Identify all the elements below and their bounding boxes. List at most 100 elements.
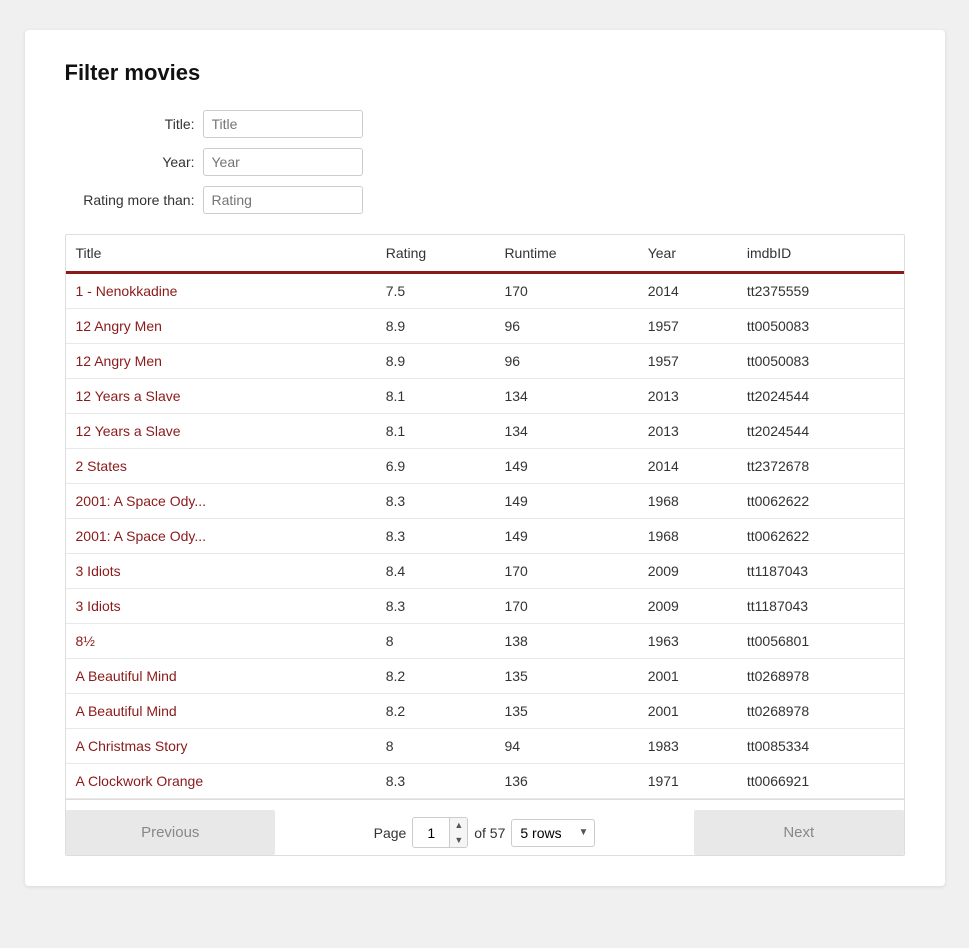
table-row: 2001: A Space Ody... 8.3 149 1968 tt0062…	[66, 519, 904, 554]
cell-rating: 7.5	[378, 273, 497, 309]
cell-year: 1963	[640, 624, 739, 659]
pagination-center: Page ▲ ▼ of 57 5 rows 10 rows 25 rows 50…	[275, 817, 694, 848]
year-label: Year:	[65, 154, 195, 170]
rows-select-wrapper: 5 rows 10 rows 25 rows 50 rows ▼	[511, 819, 595, 847]
cell-year: 1957	[640, 309, 739, 344]
previous-button[interactable]: Previous	[66, 810, 276, 855]
movies-table: Title Rating Runtime Year imdbID 1 - Nen…	[66, 235, 904, 799]
year-input[interactable]	[203, 148, 363, 176]
cell-year: 2001	[640, 694, 739, 729]
cell-imdbid: tt0085334	[739, 729, 904, 764]
cell-runtime: 149	[496, 484, 639, 519]
cell-runtime: 135	[496, 694, 639, 729]
cell-title: 12 Angry Men	[66, 309, 378, 344]
cell-title: A Clockwork Orange	[66, 764, 378, 799]
cell-runtime: 94	[496, 729, 639, 764]
cell-rating: 8	[378, 729, 497, 764]
cell-runtime: 170	[496, 554, 639, 589]
cell-year: 1983	[640, 729, 739, 764]
cell-year: 2013	[640, 414, 739, 449]
title-input[interactable]	[203, 110, 363, 138]
rating-input[interactable]	[203, 186, 363, 214]
cell-rating: 8.2	[378, 694, 497, 729]
cell-runtime: 134	[496, 414, 639, 449]
filters-section: Title: Year: Rating more than:	[65, 110, 905, 214]
cell-imdbid: tt0268978	[739, 694, 904, 729]
cell-title: 3 Idiots	[66, 554, 378, 589]
rows-per-page-select[interactable]: 5 rows 10 rows 25 rows 50 rows	[512, 820, 594, 846]
cell-runtime: 134	[496, 379, 639, 414]
rating-label: Rating more than:	[65, 192, 195, 208]
cell-runtime: 96	[496, 344, 639, 379]
year-filter-row: Year:	[65, 148, 905, 176]
col-imdbid: imdbID	[739, 235, 904, 273]
cell-imdbid: tt2024544	[739, 414, 904, 449]
table-row: 12 Years a Slave 8.1 134 2013 tt2024544	[66, 414, 904, 449]
table-row: 12 Years a Slave 8.1 134 2013 tt2024544	[66, 379, 904, 414]
page-down-arrow[interactable]: ▼	[450, 833, 467, 848]
table-row: A Clockwork Orange 8.3 136 1971 tt006692…	[66, 764, 904, 799]
cell-year: 1971	[640, 764, 739, 799]
cell-title: 2 States	[66, 449, 378, 484]
cell-runtime: 96	[496, 309, 639, 344]
cell-title: 3 Idiots	[66, 589, 378, 624]
table-row: 2 States 6.9 149 2014 tt2372678	[66, 449, 904, 484]
page-label: Page	[374, 825, 407, 841]
cell-imdbid: tt0056801	[739, 624, 904, 659]
cell-year: 2014	[640, 273, 739, 309]
page-title: Filter movies	[65, 60, 905, 86]
table-header-row: Title Rating Runtime Year imdbID	[66, 235, 904, 273]
cell-imdbid: tt0050083	[739, 309, 904, 344]
cell-imdbid: tt0062622	[739, 484, 904, 519]
cell-year: 2009	[640, 589, 739, 624]
cell-rating: 8	[378, 624, 497, 659]
cell-title: 2001: A Space Ody...	[66, 484, 378, 519]
cell-imdbid: tt2375559	[739, 273, 904, 309]
cell-rating: 8.9	[378, 309, 497, 344]
page-arrows: ▲ ▼	[449, 818, 467, 847]
col-year: Year	[640, 235, 739, 273]
cell-title: 12 Angry Men	[66, 344, 378, 379]
table-row: 12 Angry Men 8.9 96 1957 tt0050083	[66, 344, 904, 379]
cell-rating: 8.3	[378, 589, 497, 624]
table-row: A Christmas Story 8 94 1983 tt0085334	[66, 729, 904, 764]
page-number-input[interactable]	[413, 821, 449, 845]
cell-rating: 8.9	[378, 344, 497, 379]
cell-runtime: 136	[496, 764, 639, 799]
cell-rating: 8.2	[378, 659, 497, 694]
cell-runtime: 170	[496, 589, 639, 624]
cell-title: A Beautiful Mind	[66, 694, 378, 729]
table-row: A Beautiful Mind 8.2 135 2001 tt0268978	[66, 659, 904, 694]
cell-year: 2014	[640, 449, 739, 484]
cell-runtime: 138	[496, 624, 639, 659]
cell-imdbid: tt0268978	[739, 659, 904, 694]
cell-title: 2001: A Space Ody...	[66, 519, 378, 554]
cell-runtime: 149	[496, 449, 639, 484]
table-row: 2001: A Space Ody... 8.3 149 1968 tt0062…	[66, 484, 904, 519]
pagination: Previous Page ▲ ▼ of 57 5 rows 10 rows 2…	[66, 799, 904, 855]
cell-imdbid: tt0050083	[739, 344, 904, 379]
cell-title: A Beautiful Mind	[66, 659, 378, 694]
cell-year: 2013	[640, 379, 739, 414]
cell-rating: 8.3	[378, 764, 497, 799]
next-button[interactable]: Next	[694, 810, 904, 855]
table-row: 8½ 8 138 1963 tt0056801	[66, 624, 904, 659]
of-label: of 57	[474, 825, 505, 841]
cell-runtime: 170	[496, 273, 639, 309]
cell-title: 8½	[66, 624, 378, 659]
col-title: Title	[66, 235, 378, 273]
cell-rating: 8.1	[378, 379, 497, 414]
title-filter-row: Title:	[65, 110, 905, 138]
page-up-arrow[interactable]: ▲	[450, 818, 467, 833]
cell-imdbid: tt1187043	[739, 589, 904, 624]
cell-imdbid: tt0062622	[739, 519, 904, 554]
cell-rating: 8.3	[378, 484, 497, 519]
table-wrapper: Title Rating Runtime Year imdbID 1 - Nen…	[65, 234, 905, 856]
cell-title: A Christmas Story	[66, 729, 378, 764]
cell-title: 12 Years a Slave	[66, 414, 378, 449]
table-row: 1 - Nenokkadine 7.5 170 2014 tt2375559	[66, 273, 904, 309]
cell-imdbid: tt2372678	[739, 449, 904, 484]
cell-runtime: 149	[496, 519, 639, 554]
title-label: Title:	[65, 116, 195, 132]
cell-imdbid: tt0066921	[739, 764, 904, 799]
